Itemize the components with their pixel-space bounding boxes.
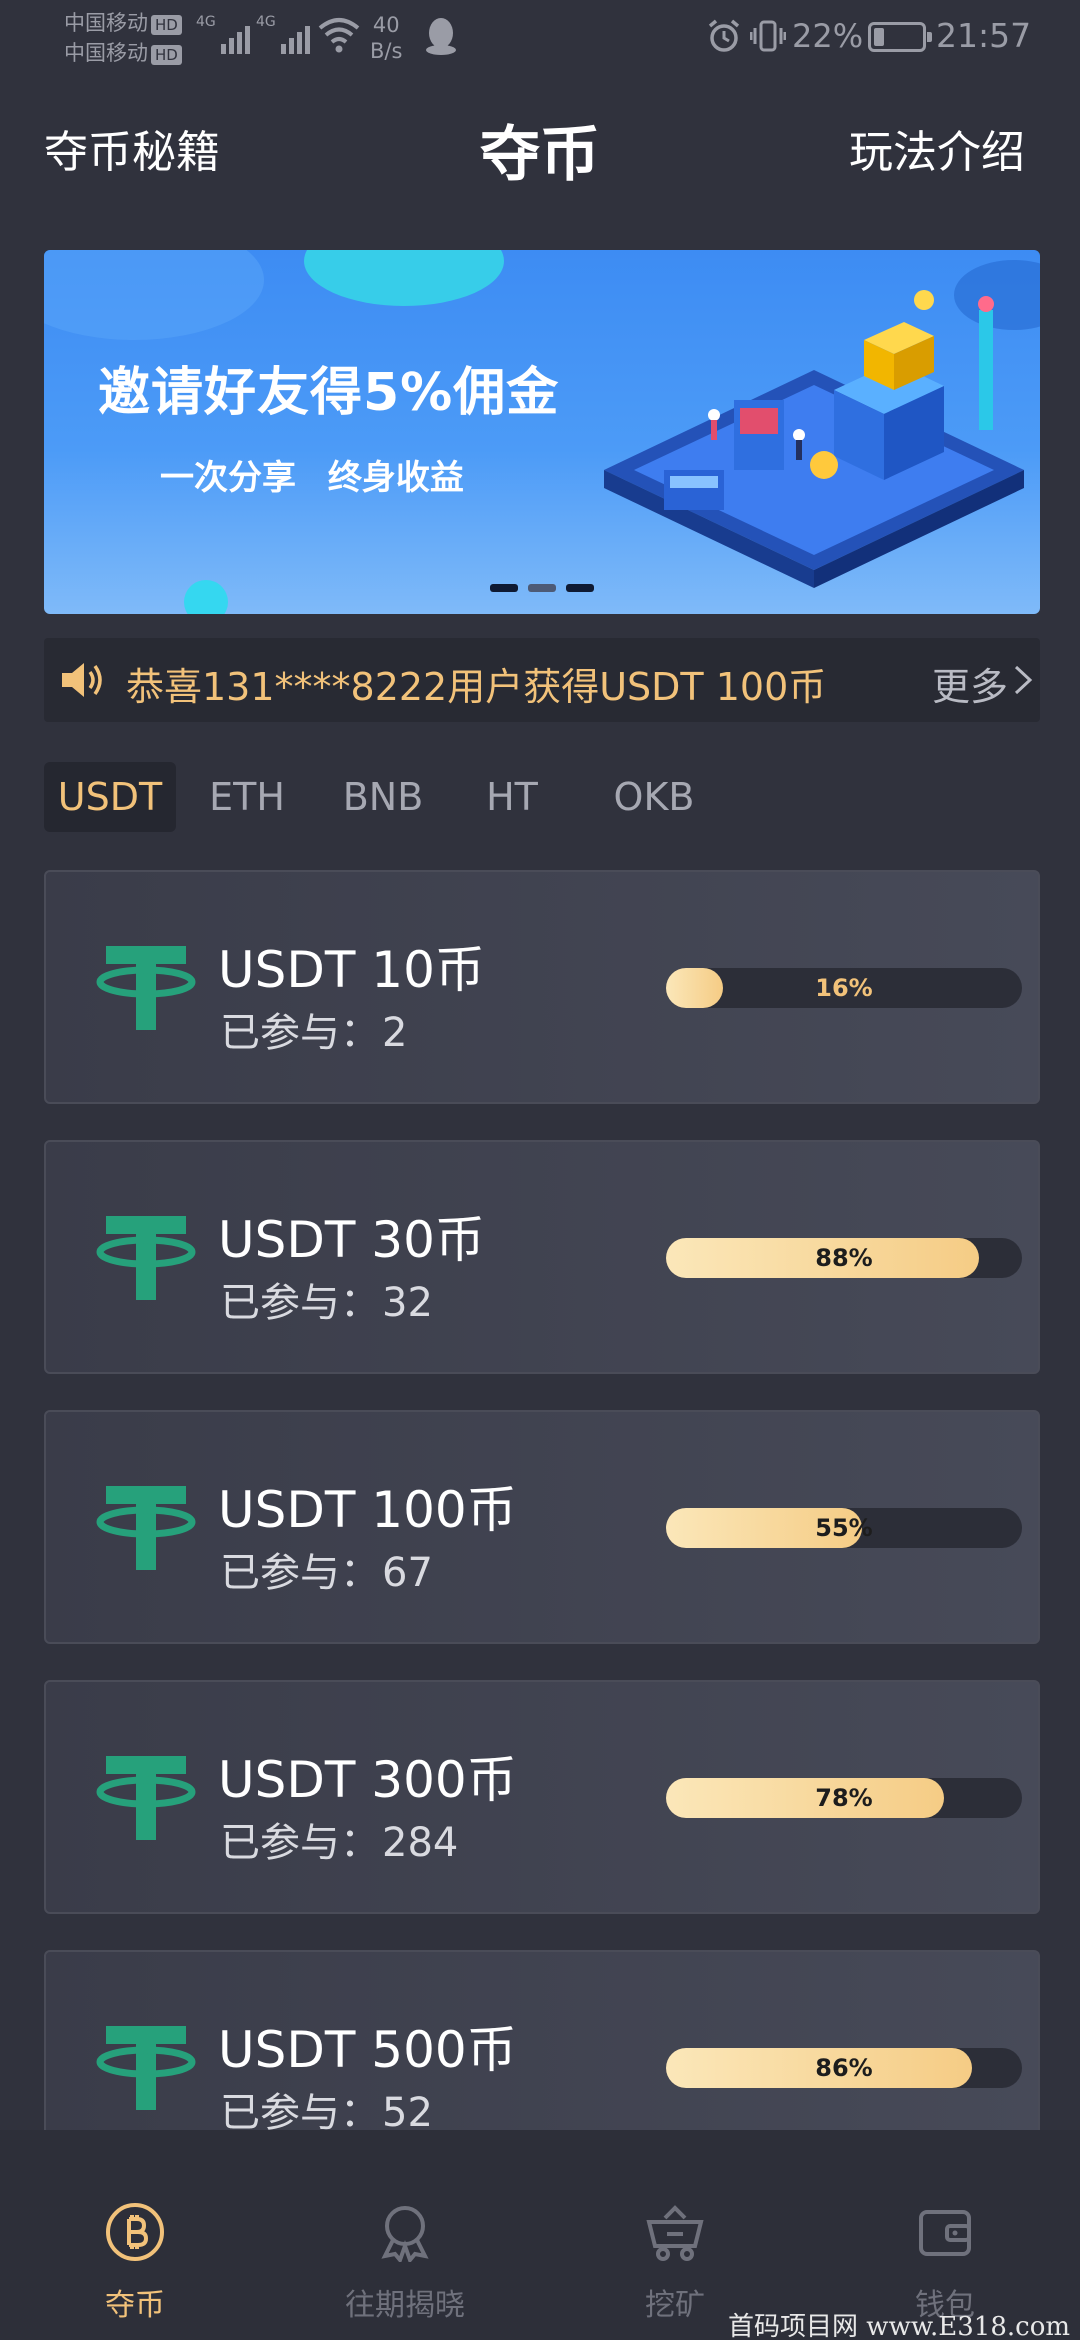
battery-percent: 22% xyxy=(792,17,864,55)
guide-link[interactable]: 夺币秘籍 xyxy=(44,116,220,180)
participants-count: 已参与：67 xyxy=(220,1550,433,1596)
carousel-indicator xyxy=(490,584,594,592)
tab-ht[interactable]: HT xyxy=(472,762,552,832)
rules-link[interactable]: 玩法介绍 xyxy=(849,116,1025,180)
prize-name: USDT 30币 xyxy=(218,1211,485,1269)
tether-logo-icon xyxy=(96,1486,196,1570)
mine-cart-icon xyxy=(646,2205,704,2261)
participants-count: 已参与：32 xyxy=(220,1280,433,1326)
tab-okb[interactable]: OKB xyxy=(604,762,704,832)
watermark: 首码项目网 www.E318.com xyxy=(728,2312,1070,2340)
prize-name: USDT 300币 xyxy=(218,1751,517,1809)
progress-label: 78% xyxy=(815,1784,873,1812)
winner-notice: 恭喜131****8222用户获得USDT 100币 更多 xyxy=(44,638,1040,722)
status-bar: 中国移动 HD 中国移动 HD 4G 4G 40 B/s 22% 21:57 xyxy=(0,0,1080,80)
lottery-card[interactable]: USDT 30币已参与：32 88% xyxy=(44,1140,1040,1374)
tether-logo-icon xyxy=(96,2026,196,2110)
isometric-city-illustration xyxy=(604,290,1024,588)
tether-logo-icon xyxy=(96,1216,196,1300)
participants-count: 已参与：284 xyxy=(220,1820,459,1866)
tether-logo-icon xyxy=(96,1756,196,1840)
notice-text: 恭喜131****8222用户获得USDT 100币 xyxy=(126,665,827,709)
prize-name: USDT 10币 xyxy=(218,941,485,999)
carrier-2: 中国移动 HD xyxy=(64,38,182,68)
progress-label: 55% xyxy=(815,1514,873,1542)
nav-history[interactable]: 往期揭晓 xyxy=(270,2130,540,2340)
app-header: 夺币 夺币秘籍 玩法介绍 xyxy=(0,100,1080,190)
battery-icon xyxy=(868,22,932,52)
lottery-card[interactable]: USDT 300币已参与：284 78% xyxy=(44,1680,1040,1914)
promo-banner[interactable]: 邀请好友得5%佣金 一次分享 终身收益 xyxy=(44,250,1040,614)
tab-eth[interactable]: ETH xyxy=(192,762,302,832)
coin-tabs: USDT ETH BNB HT OKB xyxy=(44,762,744,832)
wifi-icon xyxy=(318,18,360,53)
tab-usdt[interactable]: USDT xyxy=(44,762,176,832)
signal-1-icon: 4G xyxy=(196,14,250,54)
qq-penguin-icon xyxy=(426,18,456,55)
prize-name: USDT 500币 xyxy=(218,2021,517,2079)
nav-duobi[interactable]: 夺币 xyxy=(0,2130,270,2340)
tab-bnb[interactable]: BNB xyxy=(328,762,438,832)
more-link[interactable]: 更多 xyxy=(932,656,1008,711)
bitcoin-icon xyxy=(106,2203,164,2261)
carousel-dot[interactable] xyxy=(566,584,594,592)
lottery-card[interactable]: USDT 10币已参与：2 16% xyxy=(44,870,1040,1104)
vibrate-icon xyxy=(750,20,786,52)
lottery-card[interactable]: USDT 100币已参与：67 55% xyxy=(44,1410,1040,1644)
nav-label: 往期揭晓 xyxy=(345,2288,465,2323)
chevron-right-icon[interactable] xyxy=(1012,664,1034,696)
alarm-icon xyxy=(708,19,740,52)
signal-2-icon: 4G xyxy=(256,14,310,54)
progress-bar: 86% xyxy=(666,2048,1022,2088)
participants-count: 已参与：2 xyxy=(220,1010,408,1056)
speaker-icon xyxy=(62,663,102,697)
prize-name: USDT 100币 xyxy=(218,1481,517,1539)
progress-bar: 16% xyxy=(666,968,1022,1008)
progress-bar: 78% xyxy=(666,1778,1022,1818)
progress-label: 16% xyxy=(815,974,873,1002)
clock: 21:57 xyxy=(936,16,1032,55)
banner-headline: 邀请好友得5%佣金 xyxy=(98,363,560,423)
carrier-1: 中国移动 HD xyxy=(64,8,182,38)
nav-label: 夺币 xyxy=(105,2288,165,2323)
progress-label: 86% xyxy=(815,2054,873,2082)
carousel-dot[interactable] xyxy=(490,584,518,592)
banner-subline: 一次分享 终身收益 xyxy=(160,458,464,498)
progress-bar: 88% xyxy=(666,1238,1022,1278)
progress-label: 88% xyxy=(815,1244,873,1272)
network-speed: 40 B/s xyxy=(370,13,403,63)
progress-bar: 55% xyxy=(666,1508,1022,1548)
wallet-icon xyxy=(919,2210,971,2256)
tether-logo-icon xyxy=(96,946,196,1030)
carousel-dot-active[interactable] xyxy=(528,584,556,592)
medal-icon xyxy=(381,2206,429,2262)
